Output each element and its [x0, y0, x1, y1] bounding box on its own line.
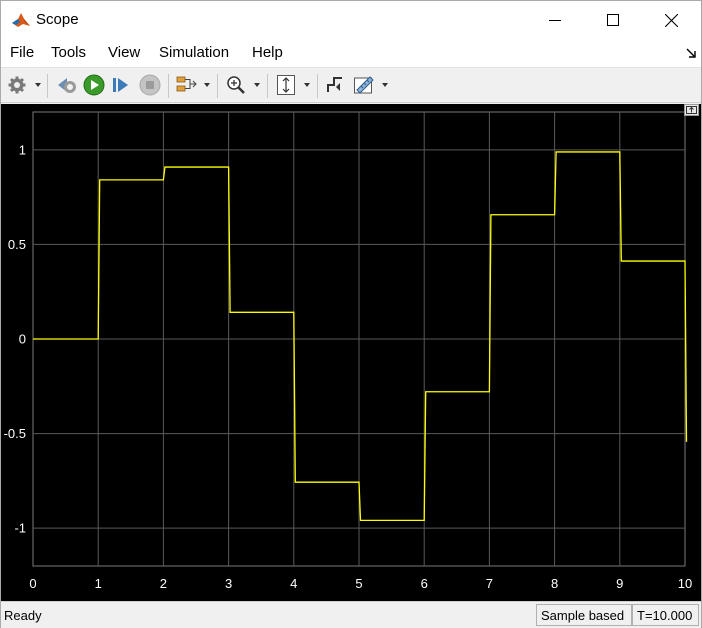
- signal-select-icon: [176, 76, 197, 92]
- x-tick-label: 2: [160, 576, 167, 591]
- undock-button[interactable]: [684, 104, 699, 116]
- menu-tools[interactable]: Tools: [51, 44, 86, 61]
- signal-select-button[interactable]: [176, 74, 198, 96]
- maximize-icon: [607, 14, 619, 26]
- x-tick-label: 0: [29, 576, 36, 591]
- scale-axes-dropdown-arrow[interactable]: [304, 83, 310, 87]
- x-tick-label: 8: [551, 576, 558, 591]
- triggers-icon: [327, 77, 342, 92]
- step-forward-button[interactable]: [111, 74, 131, 96]
- x-tick-label: 1: [95, 576, 102, 591]
- x-tick-label: 6: [421, 576, 428, 591]
- zoom-button[interactable]: [226, 74, 246, 96]
- scale-axes-button[interactable]: [276, 74, 296, 96]
- scale-axes-icon: [277, 75, 295, 95]
- minimize-icon: [549, 20, 561, 21]
- maximize-button[interactable]: [585, 1, 641, 39]
- y-tick-label: 0: [19, 332, 26, 347]
- measurements-dropdown-arrow[interactable]: [382, 83, 388, 87]
- stop-icon: [139, 74, 161, 96]
- run-icon: [83, 74, 105, 96]
- x-tick-label: 3: [225, 576, 232, 591]
- y-tick-label: -1: [14, 521, 26, 536]
- step-back-button[interactable]: [56, 74, 78, 96]
- y-tick-label: -0.5: [4, 426, 26, 441]
- minimize-button[interactable]: [527, 1, 583, 39]
- status-text: Ready: [4, 608, 42, 623]
- menu-view[interactable]: View: [108, 44, 140, 61]
- status-bar: Ready Sample based T=10.000: [1, 601, 701, 628]
- menu-bar: File Tools View Simulation Help: [1, 39, 701, 67]
- x-tick-label: 5: [355, 576, 362, 591]
- window-title: Scope: [36, 11, 79, 28]
- gear-icon: [8, 76, 26, 94]
- sample-mode-indicator: Sample based: [536, 604, 632, 626]
- zoom-in-icon: [227, 76, 245, 94]
- triggers-button[interactable]: [325, 74, 345, 96]
- settings-dropdown-arrow[interactable]: [35, 83, 41, 87]
- x-tick-label: 10: [678, 576, 692, 591]
- zoom-dropdown-arrow[interactable]: [254, 83, 260, 87]
- step-back-icon: [58, 78, 76, 93]
- scope-plot: 0 1 2 3 4 5 6 7 8 9 10 1 0.5 0 -0.5 -1: [4, 111, 692, 591]
- x-tick-label: 9: [616, 576, 623, 591]
- toolbar: [1, 67, 701, 103]
- scope-display[interactable]: 0 1 2 3 4 5 6 7 8 9 10 1 0.5 0 -0.5 -1: [1, 104, 701, 601]
- menu-file[interactable]: File: [10, 44, 34, 61]
- settings-button[interactable]: [7, 74, 27, 96]
- close-button[interactable]: [643, 1, 699, 39]
- title-bar: Scope: [1, 1, 701, 39]
- x-tick-label: 7: [486, 576, 493, 591]
- toolbar-separator: [317, 74, 318, 98]
- measurements-button[interactable]: [353, 74, 375, 96]
- menu-simulation[interactable]: Simulation: [159, 44, 229, 61]
- signal-select-dropdown-arrow[interactable]: [204, 83, 210, 87]
- menu-help[interactable]: Help: [252, 44, 283, 61]
- toolbar-separator: [168, 74, 169, 98]
- run-button[interactable]: [83, 74, 105, 96]
- undock-icon: [686, 106, 697, 114]
- measurements-icon: [354, 76, 374, 94]
- signal-trace: [33, 151, 688, 522]
- x-tick-label: 4: [290, 576, 297, 591]
- y-tick-label: 0.5: [8, 237, 26, 252]
- scope-window: Scope File Tools View Simulation Help 0 …: [0, 0, 702, 628]
- toolbar-separator: [267, 74, 268, 98]
- close-icon: [664, 13, 678, 27]
- y-tick-label: 1: [19, 142, 26, 157]
- step-forward-icon: [113, 78, 128, 92]
- stop-button[interactable]: [139, 74, 161, 96]
- dock-arrow-icon[interactable]: [685, 47, 697, 59]
- toolbar-separator: [217, 74, 218, 98]
- simulation-time-readout: T=10.000: [632, 604, 699, 626]
- matlab-logo-icon: [11, 10, 31, 30]
- toolbar-separator: [47, 74, 48, 98]
